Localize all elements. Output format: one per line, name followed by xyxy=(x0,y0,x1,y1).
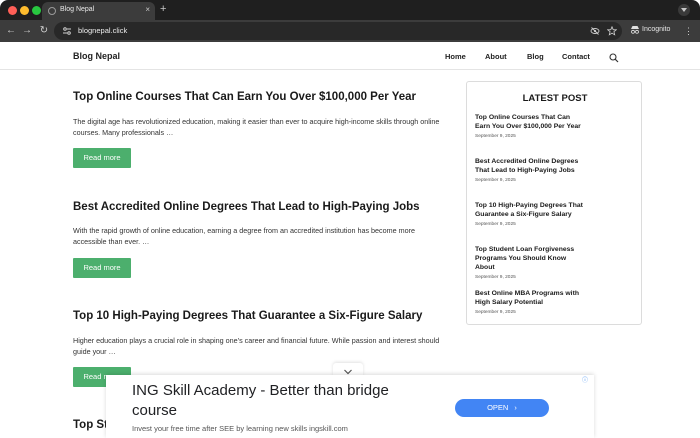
ad-description: Invest your free time after SEE by learn… xyxy=(132,424,348,433)
post-excerpt: With the rapid growth of online educatio… xyxy=(73,226,416,246)
browser-window: Blog Nepal × + ← → ↻ blognepal.click Inc… xyxy=(0,0,700,438)
sidebar-post-item[interactable]: Best Online MBA Programs with High Salar… xyxy=(475,289,585,315)
new-tab-button[interactable]: + xyxy=(160,3,166,15)
reload-button[interactable]: ↻ xyxy=(37,24,51,38)
address-bar[interactable]: blognepal.click xyxy=(54,22,622,40)
post-card: Best Accredited Online Degrees That Lead… xyxy=(73,200,443,278)
ad-headline[interactable]: ING Skill Academy - Better than bridge c… xyxy=(132,381,432,421)
read-more-button[interactable]: Read more xyxy=(73,148,131,168)
forward-button[interactable]: → xyxy=(20,24,34,38)
url-text: blognepal.click xyxy=(78,26,128,35)
globe-icon xyxy=(48,7,56,15)
tab-close-icon[interactable]: × xyxy=(145,5,150,15)
nav-contact[interactable]: Contact xyxy=(562,52,590,61)
chevron-right-icon: › xyxy=(514,403,517,412)
site-info-icon[interactable] xyxy=(62,26,72,36)
ad-info-icon[interactable]: ⓘ xyxy=(580,378,590,385)
browser-toolbar: ← → ↻ blognepal.click Incognito ⋮ xyxy=(0,20,700,42)
sidebar-post-date: September 9, 2025 xyxy=(475,178,516,183)
sidebar-post-title[interactable]: Top 10 High-Paying Degrees That Guarante… xyxy=(475,201,585,219)
nav-home[interactable]: Home xyxy=(445,52,466,61)
sidebar-post-title[interactable]: Top Online Courses That Can Earn You Ove… xyxy=(475,113,585,131)
site-logo[interactable]: Blog Nepal xyxy=(73,51,120,61)
sidebar-post-date: September 9, 2025 xyxy=(475,222,516,227)
sidebar-post-title[interactable]: Best Accredited Online Degrees That Lead… xyxy=(475,157,585,175)
post-title[interactable]: Best Accredited Online Degrees That Lead… xyxy=(73,200,443,214)
close-window-button[interactable] xyxy=(8,6,17,15)
sidebar-post-item[interactable]: Best Accredited Online Degrees That Lead… xyxy=(475,157,585,183)
post-title[interactable]: Top Online Courses That Can Earn You Ove… xyxy=(73,90,443,104)
incognito-icon xyxy=(630,25,640,36)
sidebar-post-item[interactable]: Top Student Loan Forgiveness Programs Yo… xyxy=(475,245,585,280)
nav-blog[interactable]: Blog xyxy=(527,52,544,61)
latest-posts-sidebar: LATEST POST Top Online Courses That Can … xyxy=(466,81,642,325)
back-button[interactable]: ← xyxy=(4,24,18,38)
post-card: Top Online Courses That Can Earn You Ove… xyxy=(73,90,443,168)
minimize-window-button[interactable] xyxy=(20,6,29,15)
post-excerpt: Higher education plays a crucial role in… xyxy=(73,336,440,356)
tab-bar: Blog Nepal × + xyxy=(0,0,700,20)
sidebar-post-item[interactable]: Top 10 High-Paying Degrees That Guarante… xyxy=(475,201,585,227)
incognito-label: Incognito xyxy=(642,26,671,33)
sidebar-post-title[interactable]: Best Online MBA Programs with High Salar… xyxy=(475,289,585,307)
nav-about[interactable]: About xyxy=(485,52,507,61)
post-title[interactable]: Top 10 High-Paying Degrees That Guarante… xyxy=(73,309,443,323)
sidebar-post-item[interactable]: Top Online Courses That Can Earn You Ove… xyxy=(475,113,585,139)
sidebar-post-date: September 9, 2025 xyxy=(475,134,516,139)
sidebar-post-date: September 9, 2025 xyxy=(475,310,516,315)
bookmark-star-icon[interactable] xyxy=(606,25,618,36)
sidebar-post-date: September 9, 2025 xyxy=(475,275,516,280)
ad-open-label: OPEN xyxy=(487,403,509,412)
eye-off-icon[interactable] xyxy=(590,26,600,36)
tab-title: Blog Nepal xyxy=(60,6,95,13)
browser-menu-button[interactable]: ⋮ xyxy=(684,24,693,38)
ad-open-button[interactable]: OPEN › xyxy=(455,399,549,417)
site-header: Blog Nepal Home About Blog Contact xyxy=(0,42,700,70)
maximize-window-button[interactable] xyxy=(32,6,41,15)
sidebar-post-title[interactable]: Top Student Loan Forgiveness Programs Yo… xyxy=(475,245,585,272)
tab-search-button[interactable] xyxy=(678,4,690,16)
post-excerpt: The digital age has revolutionized educa… xyxy=(73,117,440,137)
browser-tab[interactable]: Blog Nepal × xyxy=(42,2,155,20)
ad-banner[interactable]: ⓘ ING Skill Academy - Better than bridge… xyxy=(106,375,594,438)
sidebar-title: LATEST POST xyxy=(522,93,588,104)
read-more-button[interactable]: Read more xyxy=(73,258,131,278)
post-card: Top 10 High-Paying Degrees That Guarante… xyxy=(73,309,443,387)
search-icon[interactable] xyxy=(609,50,619,63)
